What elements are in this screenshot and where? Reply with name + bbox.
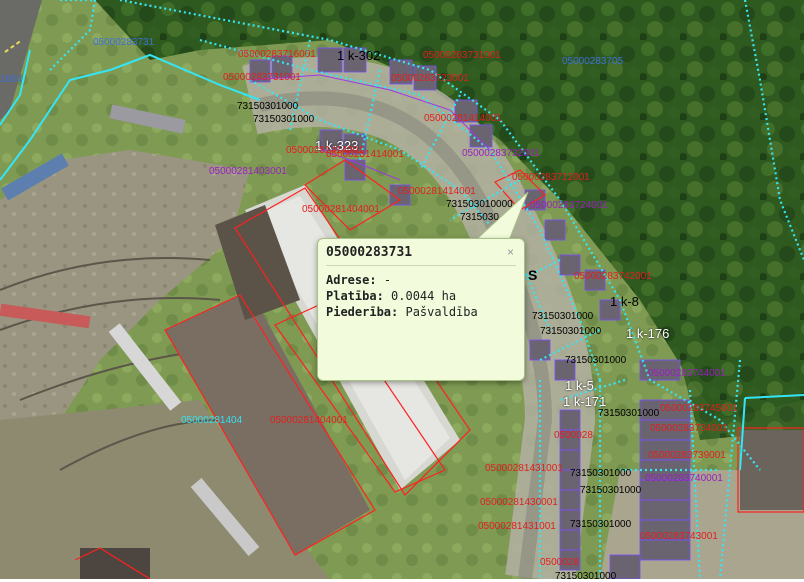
parcel-label: 05000283705 bbox=[562, 56, 624, 67]
parcel-label: 05000281414001 bbox=[398, 186, 476, 197]
parcel-label: 05000283712001 bbox=[512, 172, 590, 183]
parcel-label: 05000283740001 bbox=[645, 473, 723, 484]
cadastral-label: 7315030 bbox=[460, 212, 499, 223]
building-east bbox=[740, 430, 804, 510]
parcel-label: 05000283745001 bbox=[660, 403, 738, 414]
address-row: Adrese: - bbox=[326, 273, 516, 287]
garage-label: 1 k-5 bbox=[565, 378, 594, 393]
parcel-label: 05000283731001 bbox=[423, 50, 501, 61]
address-value: - bbox=[383, 273, 392, 287]
area-label: Platība: bbox=[326, 289, 384, 303]
area-row: Platība: 0.0044 ha bbox=[326, 289, 516, 303]
close-icon[interactable]: × bbox=[507, 245, 514, 259]
cadastral-label: 73150301000 bbox=[570, 468, 632, 479]
garage-label: 1 k-8 bbox=[610, 294, 639, 309]
parcel-label: 0500028 bbox=[554, 430, 593, 441]
parcel-info-popup: × 05000283731 Adrese: - Platība: 0.0044 … bbox=[317, 238, 525, 381]
area-value: 0.0044 ha bbox=[391, 289, 457, 303]
parcel-label: 05000283716001 bbox=[238, 49, 316, 60]
ownership-value: Pašvaldība bbox=[405, 305, 478, 319]
cadastral-label: 73150301000 bbox=[570, 519, 632, 530]
cadastral-label: 73150301000 bbox=[540, 326, 602, 337]
parcel-label: 05000281431001 bbox=[485, 463, 563, 474]
parcel-label: 05000281430001 bbox=[480, 497, 558, 508]
letter-label: S bbox=[528, 267, 538, 283]
cadastral-label: 731503010000 bbox=[446, 199, 513, 210]
parcel-label: 05000283731 bbox=[93, 37, 155, 48]
parcel-label: 0500028 bbox=[540, 557, 579, 568]
parcel-label: 05000283743001 bbox=[640, 531, 718, 542]
parcel-label: 05000283744001 bbox=[648, 368, 726, 379]
parcel-label: 05000283731001 bbox=[223, 72, 301, 83]
parcel-label: 05000281403001 bbox=[209, 166, 287, 177]
parcel-label: 05000283739001 bbox=[648, 450, 726, 461]
parcel-label: 05000281414001 bbox=[424, 113, 502, 124]
parcel-label: 1604 bbox=[0, 74, 23, 85]
address-label: Adrese: bbox=[326, 273, 377, 287]
parcel-label: 05000281431001 bbox=[478, 521, 556, 532]
cadastral-label: 73150301000 bbox=[237, 101, 299, 112]
parcel-label: 05000283732001 bbox=[462, 148, 540, 159]
parcel-label: 05000281404001 bbox=[270, 415, 348, 426]
garage-label: 1 k-176 bbox=[626, 326, 670, 341]
ownership-label: Piederība: bbox=[326, 305, 399, 319]
cadastral-label: 73150301000 bbox=[580, 485, 642, 496]
cadastral-label: 73150301000 bbox=[598, 408, 660, 419]
parcel-label: 05000283724001 bbox=[530, 200, 608, 211]
popup-title: 05000283731 bbox=[326, 245, 516, 266]
parcel-label: 05000283734001 bbox=[650, 423, 728, 434]
cadastral-label: 73150301000 bbox=[555, 571, 617, 582]
parcel-label: 05000281404 bbox=[181, 415, 243, 426]
cadastral-label: 73150301000 bbox=[532, 311, 594, 322]
garage-label: 1 k-171 bbox=[563, 394, 607, 409]
parcel-label: 05000283742001 bbox=[574, 271, 652, 282]
parcel-label: 05000283723001 bbox=[391, 73, 469, 84]
parcel-label: 05000281414001 bbox=[326, 149, 404, 160]
parcel-label: 05000281404001 bbox=[302, 204, 380, 215]
garage-label: 1 k-302 bbox=[337, 48, 381, 63]
ownership-row: Piederība: Pašvaldība bbox=[326, 305, 516, 319]
cadastral-label: 73150301000 bbox=[565, 355, 627, 366]
cadastral-label: 73150301000 bbox=[253, 114, 315, 125]
